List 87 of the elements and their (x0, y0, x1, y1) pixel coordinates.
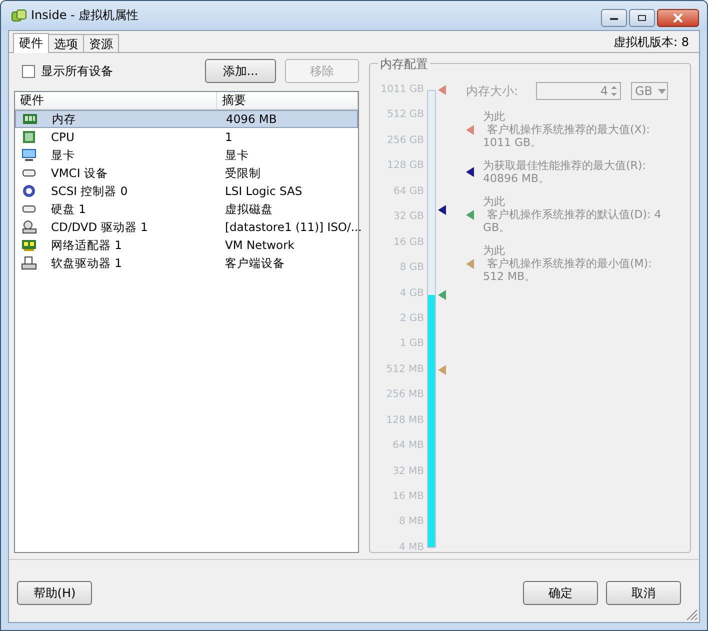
hardware-summary: 客户端设备 (224, 256, 286, 270)
maximize-button[interactable] (629, 9, 655, 27)
close-icon (672, 13, 684, 23)
cancel-button[interactable]: 取消 (606, 581, 681, 605)
hardware-row[interactable]: 软盘驱动器 1 客户端设备 (15, 254, 358, 272)
maximize-icon (637, 14, 647, 22)
scale-label: 512 MB (386, 364, 424, 376)
minimize-icon (609, 15, 619, 21)
scale-label: 4 MB (398, 542, 424, 554)
scale-label: 1 GB (400, 338, 424, 350)
hardware-name: 网络适配器 1 (51, 238, 122, 252)
hardware-name: SCSI 控制器 0 (51, 184, 128, 198)
memory-size-label: 内存大小: (466, 82, 520, 100)
chip-icon (21, 130, 37, 144)
scale-label: 512 GB (387, 109, 424, 122)
add-button[interactable]: 添加... (205, 59, 276, 83)
hardware-row[interactable]: 硬盘 1 虚拟磁盘 (15, 200, 358, 218)
dropdown-arrow-icon (658, 88, 666, 94)
version-label: 虚拟机版本: 8 (614, 34, 690, 51)
recommendation-text: 客户机操作系统推荐的默认值(D): 4 (487, 208, 662, 221)
hardware-summary: 显卡 (224, 148, 250, 162)
tab[interactable]: 硬件 (13, 33, 49, 53)
scale-label: 256 MB (386, 389, 424, 402)
hardware-row[interactable]: 网络适配器 1 VM Network (15, 236, 358, 254)
app-icon (11, 8, 27, 24)
column-header[interactable]: 硬件 (15, 92, 217, 109)
recommendation-text: 客户机操作系统推荐的最大值(X): (487, 123, 650, 136)
hardware-row[interactable]: SCSI 控制器 0 LSI Logic SAS (15, 182, 358, 200)
hardware-name: CD/DVD 驱动器 1 (51, 220, 148, 234)
scale-label: 64 GB (393, 186, 424, 198)
hardware-summary: 4096 MB (225, 112, 278, 126)
hardware-name: CPU (51, 130, 74, 144)
recommendation-text: 1011 GB。 (483, 136, 542, 149)
scale-label: 128 MB (386, 414, 424, 427)
monitor-icon (21, 148, 37, 162)
memory-icon (22, 112, 38, 126)
hardware-row[interactable]: 显卡 显卡 (15, 146, 358, 164)
tab[interactable]: 选项 (48, 34, 84, 52)
floppy-drive-icon (21, 256, 37, 270)
resize-grip-icon[interactable] (686, 609, 698, 621)
hardware-name: VMCI 设备 (51, 166, 108, 180)
help-button[interactable]: 帮助(H) (17, 581, 92, 605)
recommendation-text: 为获取最佳性能推荐的最大值(R): (483, 159, 646, 172)
hardware-row[interactable]: CPU 1 (15, 128, 358, 146)
scale-label: 4 GB (400, 288, 424, 300)
scale-label: 128 GB (387, 160, 424, 172)
recommendation-text: GB。 (483, 221, 510, 234)
recommendation-text: 512 MB。 (483, 270, 536, 283)
scale-label: 1011 GB (380, 84, 424, 96)
network-card-icon (21, 238, 37, 252)
minimize-button[interactable] (601, 9, 627, 27)
scale-label: 2 GB (400, 312, 424, 325)
hardware-summary: VM Network (224, 238, 296, 252)
group-title: 内存配置 (378, 56, 430, 73)
scale-label: 256 GB (387, 134, 424, 147)
recommendation-text: 为此 (483, 110, 505, 123)
scale-label: 8 MB (398, 516, 424, 528)
tab[interactable]: 资源 (83, 34, 119, 52)
scale-label: 8 GB (400, 262, 424, 274)
scale-label: 32 GB (393, 211, 424, 224)
hardware-name: 内存 (52, 112, 76, 126)
hardware-summary: 受限制 (224, 166, 262, 180)
window-title: Inside - 虚拟机属性 (31, 7, 139, 24)
column-header[interactable]: 摘要 (217, 92, 358, 109)
memory-slider[interactable] (427, 90, 436, 548)
cd-drive-icon (21, 220, 37, 234)
recommendation-text: 为此 (483, 195, 505, 208)
hardware-row[interactable]: VMCI 设备 受限制 (15, 164, 358, 182)
scale-label: 32 MB (392, 466, 424, 478)
ok-button[interactable]: 确定 (523, 581, 598, 605)
recommendation-text: 客户机操作系统推荐的最小值(M): (487, 257, 652, 270)
hardware-name: 显卡 (51, 148, 75, 162)
scale-label: 64 MB (392, 440, 424, 452)
checkbox[interactable] (22, 64, 35, 78)
hardware-name: 软盘驱动器 1 (51, 256, 122, 270)
hardware-row[interactable]: 内存 4096 MB (15, 110, 358, 128)
checkbox-label: 显示所有设备 (41, 62, 113, 80)
recommendation-text: 为此 (483, 244, 505, 257)
recommendation-text: 40896 MB。 (483, 172, 550, 185)
close-button[interactable] (657, 9, 699, 27)
disc-icon (21, 184, 37, 198)
hardware-name: 硬盘 1 (51, 202, 86, 216)
hardware-summary: LSI Logic SAS (224, 184, 304, 198)
hardware-summary: 虚拟磁盘 (224, 202, 274, 216)
hardware-summary: 1 (224, 130, 234, 144)
scale-label: 16 GB (393, 236, 424, 249)
scale-label: 16 MB (392, 491, 424, 503)
